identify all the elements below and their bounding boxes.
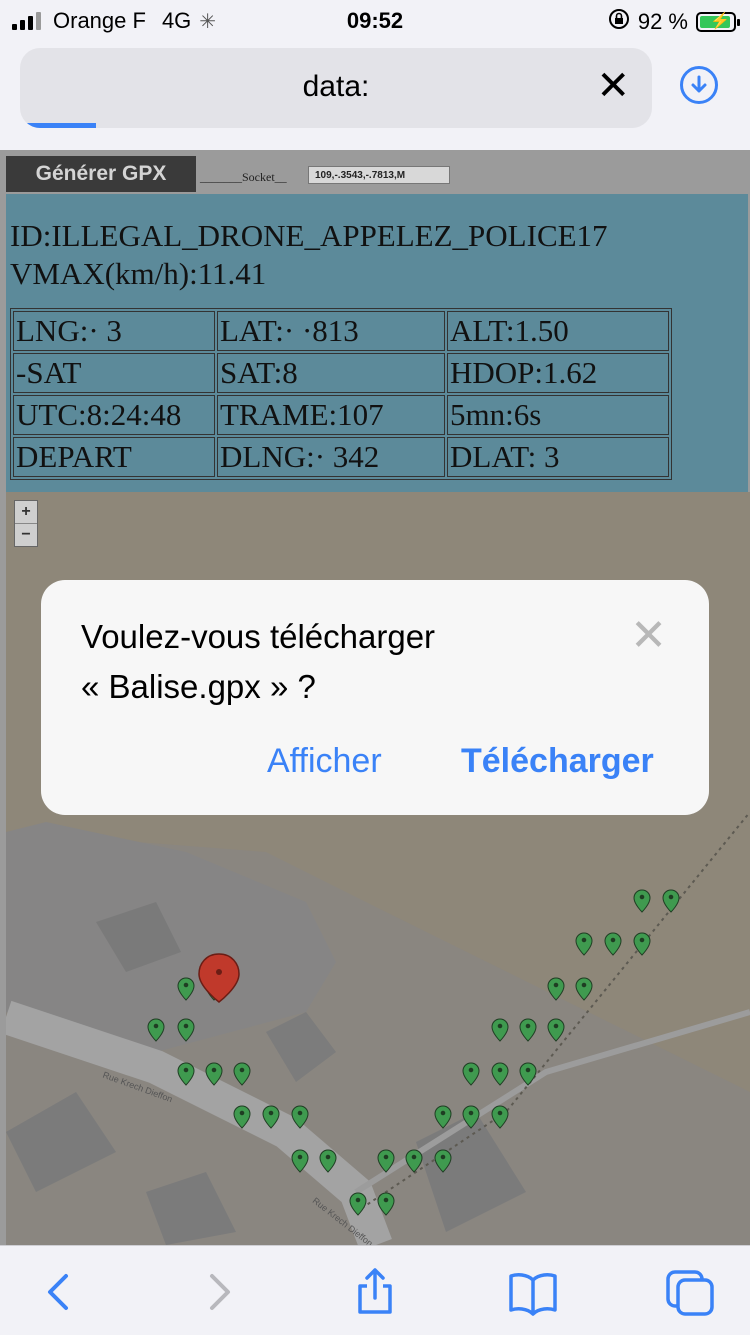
track-point-dot	[581, 982, 587, 988]
tabs-icon[interactable]	[662, 1268, 718, 1316]
view-button[interactable]: Afficher	[267, 742, 382, 781]
track-point-marker[interactable]	[575, 977, 593, 1001]
clear-url-icon[interactable]: ✕	[596, 66, 630, 106]
bookmarks-icon[interactable]	[505, 1268, 561, 1316]
zoom-in-button[interactable]: +	[15, 501, 37, 523]
track-point-dot	[153, 1023, 159, 1029]
battery-icon: ⚡	[696, 12, 740, 32]
track-point-dot	[581, 937, 587, 943]
track-point-dot	[297, 1154, 303, 1160]
table-cell: HDOP:1.62	[447, 353, 669, 393]
track-point-dot	[411, 1154, 417, 1160]
status-bar: Orange F 4G ✳ 09:52 92 % ⚡	[0, 0, 750, 44]
track-point-dot	[183, 1023, 189, 1029]
table-row: UTC:8:24:48 TRAME:107 5mn:6s	[13, 395, 669, 435]
table-row: -SAT SAT:8 HDOP:1.62	[13, 353, 669, 393]
table-cell: SAT:8	[217, 353, 445, 393]
track-point-dot	[468, 1110, 474, 1116]
track-point-dot	[239, 1110, 245, 1116]
orientation-lock-icon	[608, 8, 630, 36]
track-point-dot	[440, 1154, 446, 1160]
track-point-dot	[497, 1110, 503, 1116]
table-cell: 5mn:6s	[447, 395, 669, 435]
dialog-message: Voulez-vous télécharger « Balise.gpx » ?	[81, 612, 601, 712]
track-point-marker[interactable]	[662, 889, 680, 913]
table-cell: DLNG:· 342	[217, 437, 445, 477]
track-point-marker[interactable]	[604, 932, 622, 956]
drone-info-panel: ID:ILLEGAL_DRONE_APPELEZ_POLICE17 VMAX(k…	[6, 194, 748, 492]
table-cell: -SAT	[13, 353, 215, 393]
dialog-close-icon[interactable]: ✕	[630, 614, 667, 658]
download-button[interactable]: Télécharger	[461, 742, 654, 781]
url-text[interactable]: data:	[20, 70, 652, 104]
table-row: DEPART DLNG:· 342 DLAT: 3	[13, 437, 669, 477]
table-cell: DLAT: 3	[447, 437, 669, 477]
table-cell: TRAME:107	[217, 395, 445, 435]
address-bar[interactable]: data: ✕	[20, 48, 652, 128]
track-point-dot	[468, 1067, 474, 1073]
track-point-dot	[183, 982, 189, 988]
track-point-dot	[668, 894, 674, 900]
table-cell: ALT:1.50	[447, 311, 669, 351]
telemetry-table: LNG:· 3 LAT:· ·813 ALT:1.50 -SAT SAT:8 H…	[10, 308, 672, 480]
track-point-dot	[497, 1023, 503, 1029]
downloads-button[interactable]	[680, 66, 718, 104]
socket-input[interactable]: 109,-.3543,-.7813,M	[308, 166, 450, 184]
track-point-dot	[525, 1023, 531, 1029]
track-point-dot	[610, 937, 616, 943]
track-point-dot	[355, 1197, 361, 1203]
track-point-dot	[525, 1067, 531, 1073]
track-point-dot	[297, 1110, 303, 1116]
vmax: VMAX(km/h):11.41	[10, 256, 267, 291]
table-cell: DEPART	[13, 437, 215, 477]
forward-icon[interactable]	[190, 1268, 246, 1316]
table-cell: LNG:· 3	[13, 311, 215, 351]
track-point-dot	[239, 1067, 245, 1073]
track-point-marker[interactable]	[633, 889, 651, 913]
back-icon[interactable]	[32, 1268, 88, 1316]
browser-address-area: data: ✕	[0, 44, 750, 150]
download-arrow-icon	[691, 75, 707, 93]
track-point-dot	[325, 1154, 331, 1160]
table-cell: LAT:· ·813	[217, 311, 445, 351]
socket-label: _______Socket__	[200, 170, 287, 184]
status-right: 92 % ⚡	[608, 8, 740, 36]
track-point-dot	[639, 894, 645, 900]
dialog-message-line1: Voulez-vous télécharger	[81, 618, 436, 655]
table-cell: UTC:8:24:48	[13, 395, 215, 435]
page-load-progress	[20, 123, 96, 128]
share-icon[interactable]	[347, 1268, 403, 1316]
track-point-dot	[639, 937, 645, 943]
download-dialog: Voulez-vous télécharger « Balise.gpx » ?…	[41, 580, 709, 815]
track-point-dot	[553, 1023, 559, 1029]
browser-toolbar	[0, 1245, 750, 1335]
track-point-dot	[383, 1154, 389, 1160]
generate-gpx-button[interactable]: Générer GPX	[6, 156, 196, 192]
track-point-dot	[553, 982, 559, 988]
zoom-out-button[interactable]: −	[15, 523, 37, 546]
map-zoom-controls: + −	[14, 500, 38, 547]
battery-percent: 92 %	[637, 9, 688, 34]
track-point-dot	[183, 1067, 189, 1073]
track-point-dot	[440, 1110, 446, 1116]
table-row: LNG:· 3 LAT:· ·813 ALT:1.50	[13, 311, 669, 351]
dialog-message-line2: « Balise.gpx » ?	[81, 668, 316, 705]
track-point-dot	[497, 1067, 503, 1073]
drone-id: ID:ILLEGAL_DRONE_APPELEZ_POLICE17	[10, 218, 608, 253]
track-point-dot	[383, 1197, 389, 1203]
track-point-marker[interactable]	[575, 932, 593, 956]
track-point-dot	[211, 1067, 217, 1073]
track-point-dot	[268, 1110, 274, 1116]
